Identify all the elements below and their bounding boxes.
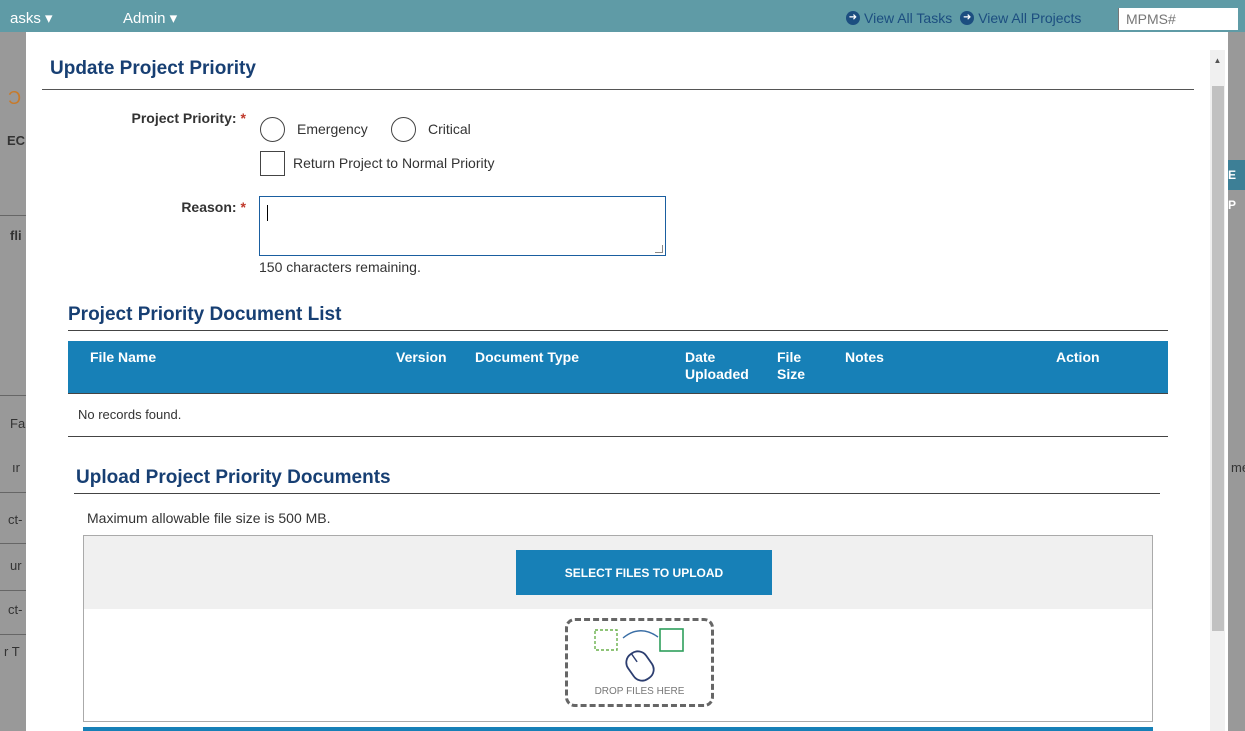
critical-radio[interactable]: [391, 117, 416, 142]
reason-label: Reason: *: [86, 199, 246, 215]
table-top-border: [68, 393, 1168, 394]
col-file-name[interactable]: File Name: [90, 349, 156, 366]
drop-files-text: DROP FILES HERE: [594, 686, 685, 697]
mpms-search-input[interactable]: MPMS#: [1118, 8, 1238, 30]
drop-target[interactable]: DROP FILES HERE: [565, 618, 714, 707]
required-mark: *: [240, 110, 246, 126]
background-divider: [0, 543, 26, 544]
background-divider: [0, 492, 26, 493]
view-all-tasks-link[interactable]: ➜ View All Tasks: [846, 10, 952, 26]
view-all-projects-label: View All Projects: [978, 10, 1082, 26]
col-document-type[interactable]: Document Type: [475, 349, 579, 366]
background-fragment: fli: [10, 228, 22, 243]
col-notes[interactable]: Notes: [845, 349, 884, 366]
file-dropzone[interactable]: SELECT FILES TO UPLOAD DROP FILES HERE: [83, 535, 1153, 722]
col-file-size[interactable]: File Size: [777, 349, 817, 383]
chars-remaining: 150 characters remaining.: [259, 259, 421, 275]
col-version[interactable]: Version: [396, 349, 447, 366]
view-all-tasks-label: View All Tasks: [864, 10, 953, 26]
upload-bottom-bar: [83, 727, 1153, 731]
select-files-button[interactable]: SELECT FILES TO UPLOAD: [516, 550, 772, 595]
upload-title: Upload Project Priority Documents: [76, 467, 391, 488]
scroll-thumb[interactable]: [1212, 86, 1224, 631]
col-date-uploaded[interactable]: Date Uploaded: [685, 349, 755, 383]
table-bottom-border: [68, 436, 1168, 437]
dropzone-toolbar: SELECT FILES TO UPLOAD: [84, 536, 1152, 609]
top-links: ➜ View All Tasks ➜ View All Projects: [846, 10, 1081, 26]
modal-divider: [42, 89, 1194, 90]
modal-scrollbar[interactable]: ▲: [1210, 50, 1225, 731]
background-divider: [0, 634, 26, 635]
no-records-message: No records found.: [78, 407, 182, 422]
view-all-projects-link[interactable]: ➜ View All Projects: [960, 10, 1081, 26]
scroll-up-arrow-icon[interactable]: ▲: [1210, 54, 1225, 68]
background-right-button: E P: [1228, 160, 1245, 212]
background-right-strip: [1228, 32, 1245, 731]
background-fragment: ır: [12, 460, 20, 475]
doc-list-title: Project Priority Document List: [68, 304, 342, 325]
max-size-note: Maximum allowable file size is 500 MB.: [87, 510, 331, 526]
modal-title: Update Project Priority: [50, 58, 256, 79]
project-priority-label: Project Priority: *: [86, 110, 246, 126]
required-mark: *: [240, 199, 246, 215]
drag-drop-icon: [594, 628, 684, 682]
emergency-radio[interactable]: [260, 117, 285, 142]
emergency-option-label[interactable]: Emergency: [297, 121, 368, 137]
text-caret: [267, 205, 268, 221]
arrow-right-circle-icon: ➜: [846, 11, 860, 25]
return-normal-checkbox[interactable]: [260, 151, 285, 176]
resize-handle-icon[interactable]: [655, 245, 663, 253]
upload-divider: [74, 493, 1160, 494]
background-fragment: ct-: [8, 602, 23, 617]
background-divider: [0, 590, 26, 591]
background-fragment: EC: [7, 133, 26, 148]
background-divider: [0, 395, 26, 396]
background-fragment: r T: [4, 644, 20, 659]
arrow-right-circle-icon: ➜: [960, 11, 975, 25]
update-priority-modal: Update Project Priority ▲ Project Priori…: [26, 32, 1228, 731]
doc-table-header: File Name Version Document Type Date Upl…: [68, 341, 1168, 393]
project-priority-label-text: Project Priority:: [131, 110, 237, 126]
admin-menu[interactable]: Admin ▾: [123, 9, 177, 27]
background-topbar: asks ▾ Admin ▾ ➜ View All Tasks ➜ View A…: [0, 0, 1245, 32]
tasks-menu[interactable]: asks ▾: [10, 9, 53, 27]
reason-textarea[interactable]: [259, 196, 666, 256]
background-fragment: ur: [10, 558, 22, 573]
critical-option-label[interactable]: Critical: [428, 121, 471, 137]
background-fragment: Ɔ: [8, 88, 21, 108]
reason-label-text: Reason:: [181, 199, 237, 215]
background-fragment: me: [1231, 460, 1245, 475]
return-normal-label[interactable]: Return Project to Normal Priority: [293, 155, 495, 171]
col-action: Action: [1056, 349, 1100, 365]
background-fragment: Fa: [10, 416, 26, 431]
background-fragment: ct-: [8, 512, 23, 527]
doc-list-divider: [68, 330, 1168, 331]
background-divider: [0, 215, 26, 216]
